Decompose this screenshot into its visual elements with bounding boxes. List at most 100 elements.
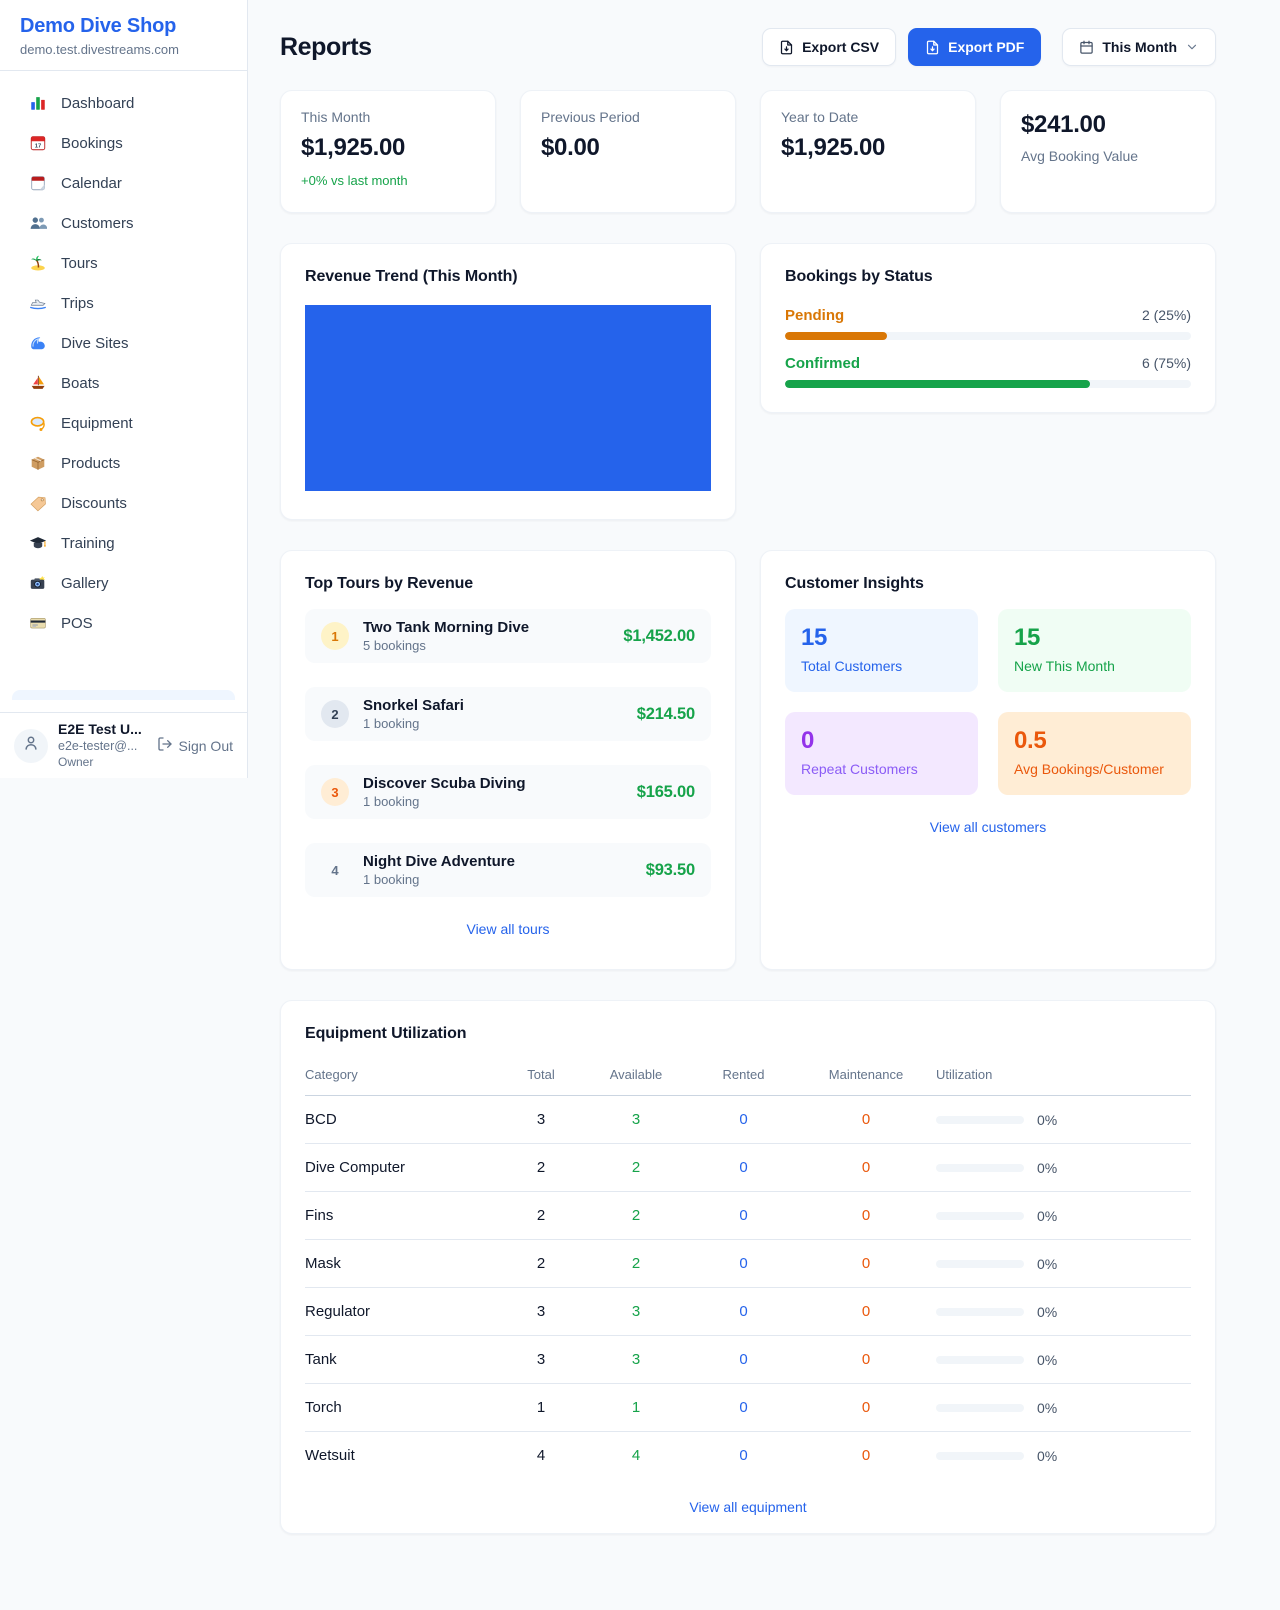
table-row: Tank33000%	[305, 1336, 1191, 1384]
sidebar-item-bookings[interactable]: 17Bookings	[12, 123, 235, 163]
tour-list-item: 2Snorkel Safari1 booking$214.50	[305, 687, 711, 741]
cell-total: 3	[501, 1096, 581, 1144]
sign-out-button[interactable]: Sign Out	[157, 736, 233, 755]
insight-tile-green: 15New This Month	[998, 609, 1191, 692]
rank-badge: 1	[321, 622, 349, 650]
status-bar-fill	[785, 380, 1090, 388]
sidebar-item-label: POS	[61, 615, 93, 632]
cell-available: 1	[581, 1384, 691, 1432]
stat-label: Previous Period	[541, 109, 715, 125]
svg-text:17: 17	[35, 144, 42, 150]
island-icon	[28, 253, 48, 273]
tour-bookings: 1 booking	[363, 794, 526, 809]
cell-available: 3	[581, 1096, 691, 1144]
cell-category: Torch	[305, 1384, 501, 1432]
stat-card-avg-booking: $241.00Avg Booking Value	[1000, 90, 1216, 213]
insights-row: Top Tours by Revenue 1Two Tank Morning D…	[280, 550, 1216, 970]
charts-row: Revenue Trend (This Month) Bookings by S…	[280, 243, 1216, 520]
sidebar-item-calendar[interactable]: Calendar	[12, 163, 235, 203]
customer-insights-card: Customer Insights 15Total Customers15New…	[760, 550, 1216, 970]
utilization-percent: 0%	[1037, 1448, 1057, 1464]
cell-available: 4	[581, 1432, 691, 1480]
view-all-customers-link[interactable]: View all customers	[785, 819, 1191, 835]
sidebar-item-label: Calendar	[61, 175, 122, 192]
stat-delta: +0% vs last month	[301, 173, 475, 188]
view-all-equipment-link[interactable]: View all equipment	[305, 1499, 1191, 1515]
insight-label: New This Month	[1014, 658, 1175, 674]
cell-maintenance: 0	[796, 1096, 936, 1144]
credit-card-icon	[28, 613, 48, 633]
sidebar-item-pos[interactable]: POS	[12, 603, 235, 643]
sidebar-item-boats[interactable]: Boats	[12, 363, 235, 403]
column-header: Total	[501, 1057, 581, 1096]
cell-rented: 0	[691, 1384, 796, 1432]
cell-category: Regulator	[305, 1288, 501, 1336]
status-row-confirmed: Confirmed6 (75%)	[785, 355, 1191, 388]
status-count: 2 (25%)	[1142, 307, 1191, 323]
sidebar-item-trips[interactable]: Trips	[12, 283, 235, 323]
sidebar-item-products[interactable]: Products	[12, 443, 235, 483]
sidebar-item-discounts[interactable]: Discounts	[12, 483, 235, 523]
app-root: Demo Dive Shop demo.test.divestreams.com…	[0, 0, 1280, 1610]
insight-label: Repeat Customers	[801, 761, 962, 777]
cell-rented: 0	[691, 1240, 796, 1288]
sidebar-item-customers[interactable]: Customers	[12, 203, 235, 243]
sidebar-item-tours[interactable]: Tours	[12, 243, 235, 283]
revenue-trend-chart	[305, 305, 711, 491]
table-row: Regulator33000%	[305, 1288, 1191, 1336]
cell-rented: 0	[691, 1432, 796, 1480]
bookings-by-status-title: Bookings by Status	[785, 268, 1191, 286]
sign-out-label: Sign Out	[179, 738, 233, 754]
sidebar-item-label: Dashboard	[61, 95, 134, 112]
table-row: BCD33000%	[305, 1096, 1191, 1144]
status-row-pending: Pending2 (25%)	[785, 307, 1191, 340]
insight-value: 15	[801, 624, 962, 652]
cell-rented: 0	[691, 1144, 796, 1192]
cell-rented: 0	[691, 1336, 796, 1384]
equipment-utilization-card: Equipment Utilization CategoryTotalAvail…	[280, 1000, 1216, 1534]
stat-label: Year to Date	[781, 109, 955, 125]
period-dropdown[interactable]: This Month	[1062, 28, 1216, 66]
cell-utilization: 0%	[936, 1432, 1191, 1480]
utilization-bar	[936, 1452, 1024, 1460]
stat-value: $1,925.00	[301, 134, 475, 162]
sidebar-item-equipment[interactable]: Equipment	[12, 403, 235, 443]
revenue-trend-card: Revenue Trend (This Month)	[280, 243, 736, 520]
equipment-utilization-title: Equipment Utilization	[305, 1025, 1191, 1043]
cell-category: Dive Computer	[305, 1144, 501, 1192]
revenue-trend-title: Revenue Trend (This Month)	[305, 268, 711, 286]
sidebar-item-label: Tours	[61, 255, 98, 272]
utilization-bar	[936, 1116, 1024, 1124]
file-export-icon	[925, 40, 940, 55]
cell-utilization: 0%	[936, 1240, 1191, 1288]
cell-category: Wetsuit	[305, 1432, 501, 1480]
status-count: 6 (75%)	[1142, 355, 1191, 371]
page-title: Reports	[280, 33, 372, 62]
calendar-date-icon: 17	[28, 133, 48, 153]
sidebar-item-dashboard[interactable]: Dashboard	[12, 83, 235, 123]
export-csv-button[interactable]: Export CSV	[762, 28, 896, 66]
sidebar-item-training[interactable]: Training	[12, 523, 235, 563]
user-footer: E2E Test U... e2e-tester@... Owner Sign …	[0, 712, 247, 778]
cell-maintenance: 0	[796, 1384, 936, 1432]
stat-value: $1,925.00	[781, 134, 955, 162]
tour-list-item: 4Night Dive Adventure1 booking$93.50	[305, 843, 711, 897]
sidebar-item-dive-sites[interactable]: Dive Sites	[12, 323, 235, 363]
sidebar-item-reports-partial[interactable]	[12, 690, 235, 700]
sidebar-item-gallery[interactable]: Gallery	[12, 563, 235, 603]
top-tours-card: Top Tours by Revenue 1Two Tank Morning D…	[280, 550, 736, 970]
cell-utilization: 0%	[936, 1384, 1191, 1432]
export-pdf-button[interactable]: Export PDF	[908, 28, 1041, 66]
sidebar-item-label: Customers	[61, 215, 134, 232]
utilization-percent: 0%	[1037, 1304, 1057, 1320]
view-all-tours-link[interactable]: View all tours	[305, 921, 711, 937]
cell-category: Mask	[305, 1240, 501, 1288]
status-bar-fill	[785, 332, 887, 340]
tour-name: Two Tank Morning Dive	[363, 619, 529, 636]
customer-insights-title: Customer Insights	[785, 575, 1191, 593]
dive-mask-icon	[28, 413, 48, 433]
cell-available: 2	[581, 1240, 691, 1288]
sidebar-item-label: Boats	[61, 375, 99, 392]
sidebar-item-label: Discounts	[61, 495, 127, 512]
table-row: Fins22000%	[305, 1192, 1191, 1240]
